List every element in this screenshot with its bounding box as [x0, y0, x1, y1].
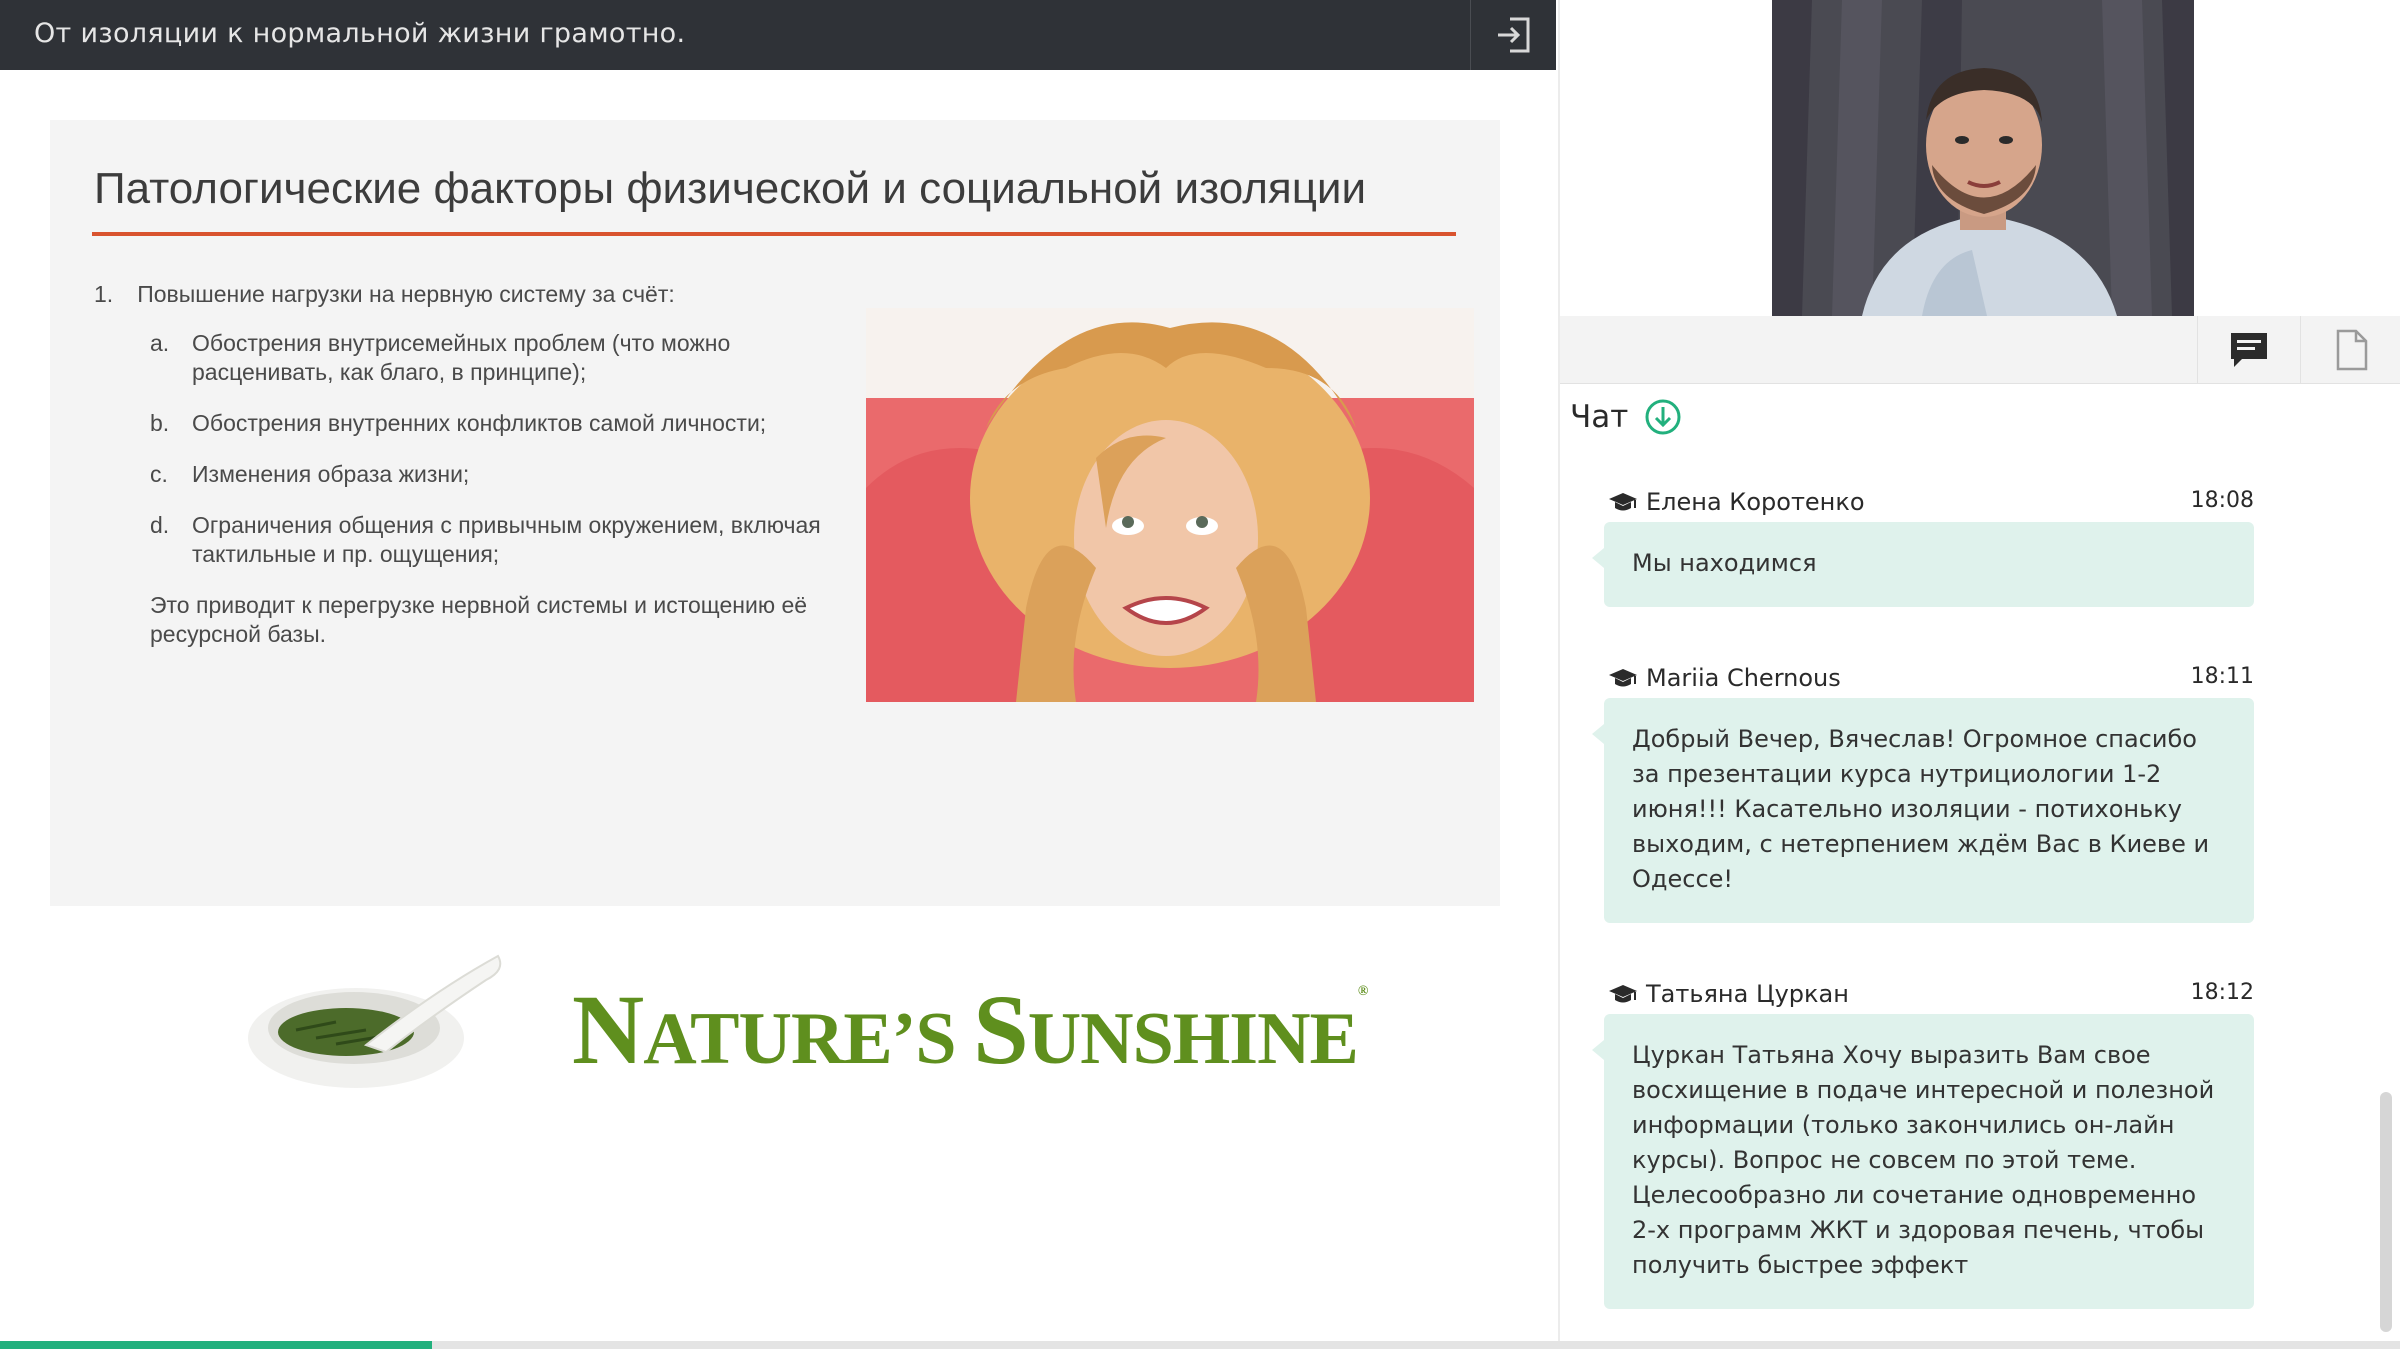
message-time: 18:12	[2190, 980, 2254, 1005]
presentation-area: От изоляции к нормальной жизни грамотно.…	[0, 0, 1556, 1349]
speaker-video[interactable]	[1772, 0, 2194, 316]
message-author: Mariia Chernous	[1646, 664, 1841, 692]
heading-underline	[92, 232, 1456, 236]
sub-item-c: c. Изменения образа жизни;	[150, 460, 834, 489]
chat-label: Чат	[1570, 399, 1629, 435]
sub-item-letter: d.	[150, 512, 170, 538]
panel-toolbar	[1560, 316, 2400, 384]
chat-bubble-icon	[2230, 333, 2267, 367]
slide: Патологические факторы физической и соци…	[50, 120, 1500, 906]
list-item: 1. Повышение нагрузки на нервную систему…	[94, 280, 834, 309]
scroll-down-icon[interactable]	[1644, 398, 1682, 436]
presentation-header: От изоляции к нормальной жизни грамотно.	[0, 0, 1556, 70]
graduation-cap-icon	[1609, 669, 1637, 687]
sub-item-a: a. Обострения внутрисемейных проблем (чт…	[150, 329, 834, 387]
brand-wordmark: NATURE’S SUNSHINE®	[572, 972, 1369, 1087]
message-meta: Татьяна Цуркан 18:12	[1604, 978, 2254, 1014]
sub-item-b: b. Обострения внутренних конфликтов само…	[150, 409, 834, 438]
brand-letter: S	[973, 974, 1029, 1085]
registered-mark: ®	[1357, 984, 1369, 999]
graduation-cap-icon	[1609, 985, 1637, 1003]
presentation-title: От изоляции к нормальной жизни грамотно.	[34, 18, 686, 49]
message-author: Елена Коротенко	[1646, 488, 1865, 516]
sub-item-letter: c.	[150, 461, 168, 487]
chat-message: Mariia Chernous 18:11 Добрый Вечер, Вяче…	[1592, 662, 2254, 923]
sub-item-text: Обострения внутрисемейных проблем (что м…	[192, 330, 731, 385]
brand-letters: UNSHINE	[1027, 998, 1359, 1080]
chat-header: Чат	[1570, 398, 1682, 436]
message-meta: Mariia Chernous 18:11	[1604, 662, 2254, 698]
message-meta: Елена Коротенко 18:08	[1604, 486, 2254, 522]
sub-item-text: Обострения внутренних конфликтов самой л…	[192, 410, 767, 436]
sub-item-text: Ограничения общения с привычным окружени…	[192, 512, 821, 567]
message-author: Татьяна Цуркан	[1646, 980, 1849, 1008]
graduation-cap-icon	[1609, 493, 1637, 511]
exit-icon	[1497, 17, 1529, 53]
mortar-and-pestle-image	[238, 954, 502, 1100]
files-tab-button[interactable]	[2300, 316, 2400, 384]
side-panel: Чат Елена Коротенко 18:08 Мы находимся M…	[1558, 0, 2400, 1341]
slide-list: 1. Повышение нагрузки на нервную систему…	[94, 280, 834, 649]
natures-sunshine-logo: NATURE’S SUNSHINE®	[236, 950, 1368, 1100]
playback-progress-bar[interactable]	[0, 1341, 2400, 1349]
sub-item-d: d. Ограничения общения с привычным окруж…	[150, 511, 834, 569]
exit-button[interactable]	[1470, 0, 1556, 70]
message-bubble: Цуркан Татьяна Хочу выразить Вам свое во…	[1592, 1014, 2254, 1309]
sub-item-text: Изменения образа жизни;	[192, 461, 470, 487]
list-text: Повышение нагрузки на нервную систему за…	[137, 281, 675, 307]
brand-letters: ATURE	[643, 998, 893, 1080]
brand-letters: ’S	[891, 998, 974, 1080]
chat-message: Татьяна Цуркан 18:12 Цуркан Татьяна Хочу…	[1592, 978, 2254, 1309]
message-time: 18:08	[2190, 488, 2254, 513]
progress-fill	[0, 1341, 432, 1349]
chat-tab-button[interactable]	[2197, 316, 2299, 384]
message-bubble: Мы находимся	[1592, 522, 2254, 607]
stressed-woman-photo	[866, 308, 1474, 702]
sub-item-letter: a.	[150, 330, 170, 356]
slide-heading: Патологические факторы физической и соци…	[94, 164, 1367, 213]
brand-letter: N	[572, 974, 644, 1085]
document-icon	[2336, 329, 2367, 371]
message-time: 18:11	[2190, 664, 2254, 689]
sub-item-letter: b.	[150, 410, 170, 436]
message-bubble: Добрый Вечер, Вячеслав! Огромное спасибо…	[1592, 698, 2254, 923]
list-number: 1.	[94, 281, 114, 307]
chat-scrollbar[interactable]	[2380, 1092, 2392, 1332]
slide-conclusion: Это приводит к перегрузке нервной систем…	[150, 592, 808, 647]
chat-message: Елена Коротенко 18:08 Мы находимся	[1592, 486, 2254, 607]
